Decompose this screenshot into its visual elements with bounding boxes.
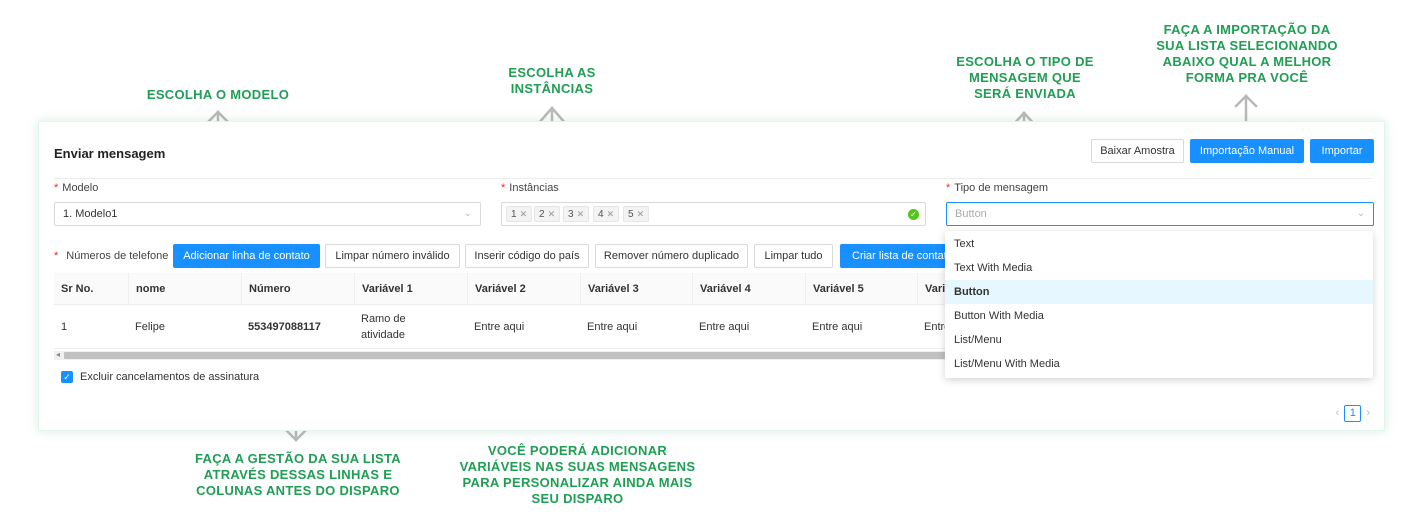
import-button[interactable]: Importar	[1310, 139, 1374, 163]
annotation-importacao: FAÇA A IMPORTAÇÃO DA SUA LISTA SELECIONA…	[1156, 22, 1338, 85]
download-sample-button[interactable]: Baixar Amostra	[1091, 139, 1184, 163]
message-type-dropdown: Text Text With Media Button Button With …	[945, 231, 1373, 378]
table-header: Sr No. nome Número Variável 1 Variável 2…	[54, 273, 949, 305]
instancias-label: * Instâncias	[501, 182, 559, 194]
cell-numero[interactable]: 553497088117	[241, 305, 354, 349]
close-icon[interactable]: ✕	[520, 209, 528, 219]
tipo-select[interactable]: Button ⌄	[946, 202, 1374, 226]
annotation-gestao: FAÇA A GESTÃO DA SUA LISTA ATRAVÉS DESSA…	[195, 451, 401, 498]
manual-import-button[interactable]: Importação Manual	[1190, 139, 1304, 163]
exclude-unsubscribes-checkbox[interactable]: ✓	[61, 371, 73, 383]
tipo-label: * Tipo de mensagem	[946, 182, 1049, 194]
annotation-modelo: ESCOLHA O MODELO	[146, 87, 290, 102]
table-row[interactable]: 1 Felipe 553497088117 Ramo de atividade …	[54, 305, 949, 349]
scroll-left-icon[interactable]: ◂	[56, 350, 60, 359]
column-header: Sr No.	[61, 283, 94, 295]
prev-page-icon[interactable]: ‹	[1336, 407, 1340, 419]
column-header: Variável 2	[467, 273, 580, 305]
modelo-label: * Modelo	[54, 182, 99, 194]
instance-tag[interactable]: 5 ✕	[623, 206, 650, 222]
column-header: Variável 5	[805, 273, 917, 305]
dropdown-option-text-with-media[interactable]: Text With Media	[945, 256, 1373, 280]
column-header: Variável 1	[354, 273, 467, 305]
cell-nome[interactable]: Felipe	[128, 305, 241, 349]
modelo-value: 1. Modelo1	[63, 208, 118, 220]
cell-variavel-1[interactable]: Ramo de atividade	[354, 305, 414, 349]
clear-invalid-button[interactable]: Limpar número inválido	[325, 244, 460, 268]
dropdown-option-list-menu[interactable]: List/Menu	[945, 328, 1373, 352]
insert-country-code-button[interactable]: Inserir código do país	[465, 244, 589, 268]
check-circle-icon: ✓	[908, 209, 919, 220]
required-asterisk: *	[501, 182, 506, 194]
instance-tag[interactable]: 1 ✕	[506, 206, 533, 222]
required-asterisk: *	[54, 250, 59, 262]
contacts-table: Sr No. nome Número Variável 1 Variável 2…	[54, 273, 949, 349]
scrollbar-thumb[interactable]	[64, 352, 949, 359]
add-contact-row-button[interactable]: Adicionar linha de contato	[173, 244, 320, 268]
dropdown-option-button-with-media[interactable]: Button With Media	[945, 304, 1373, 328]
clear-all-button[interactable]: Limpar tudo	[754, 244, 833, 268]
dropdown-option-text[interactable]: Text	[945, 232, 1373, 256]
exclude-unsubscribes-label: Excluir cancelamentos de assinatura	[80, 371, 260, 383]
required-asterisk: *	[54, 182, 59, 194]
cell-variavel-3[interactable]: Entre aqui	[580, 305, 692, 349]
cell-variavel-2[interactable]: Entre aqui	[467, 305, 580, 349]
close-icon[interactable]: ✕	[607, 209, 615, 219]
page-number[interactable]: 1	[1344, 405, 1362, 422]
cell-variavel-5[interactable]: Entre aqui	[805, 305, 917, 349]
column-header: Variável 4	[692, 273, 805, 305]
annotation-instancias: ESCOLHA AS INSTÂNCIAS	[508, 65, 596, 96]
annotation-tipo: ESCOLHA O TIPO DE MENSAGEM QUE SERÁ ENVI…	[956, 54, 1094, 101]
dropdown-option-button[interactable]: Button	[945, 280, 1373, 304]
column-header: Número	[241, 273, 354, 305]
cell-variavel-4[interactable]: Entre aqui	[692, 305, 805, 349]
pagination: ‹ 1 ›	[1336, 405, 1370, 422]
dropdown-option-list-menu-with-media[interactable]: List/Menu With Media	[945, 352, 1373, 376]
header-divider	[54, 178, 1372, 179]
instance-tag[interactable]: 4 ✕	[593, 206, 620, 222]
horizontal-scrollbar[interactable]: ◂	[54, 350, 949, 360]
tipo-placeholder: Button	[955, 208, 987, 220]
column-header: Variável 3	[580, 273, 692, 305]
instance-tag[interactable]: 2 ✕	[534, 206, 561, 222]
page-title: Enviar mensagem	[54, 146, 166, 161]
instance-tag[interactable]: 3 ✕	[563, 206, 590, 222]
cell-sr-no: 1	[61, 321, 68, 333]
chevron-down-icon: ⌄	[1356, 208, 1365, 219]
annotation-variaveis: VOCÊ PODERÁ ADICIONAR VARIÁVEIS NAS SUAS…	[459, 443, 696, 506]
close-icon[interactable]: ✕	[637, 209, 645, 219]
phones-label: * Números de telefone	[54, 250, 169, 262]
required-asterisk: *	[946, 182, 951, 194]
close-icon[interactable]: ✕	[548, 209, 556, 219]
column-header: nome	[128, 273, 241, 305]
close-icon[interactable]: ✕	[577, 209, 585, 219]
modelo-select[interactable]: 1. Modelo1 ⌄	[54, 202, 481, 226]
instancias-select[interactable]: 1 ✕ 2 ✕ 3 ✕ 4 ✕ 5 ✕ ✓	[501, 202, 926, 226]
remove-duplicate-button[interactable]: Remover número duplicado	[595, 244, 748, 268]
next-page-icon[interactable]: ›	[1366, 407, 1370, 419]
chevron-down-icon: ⌄	[463, 208, 472, 219]
